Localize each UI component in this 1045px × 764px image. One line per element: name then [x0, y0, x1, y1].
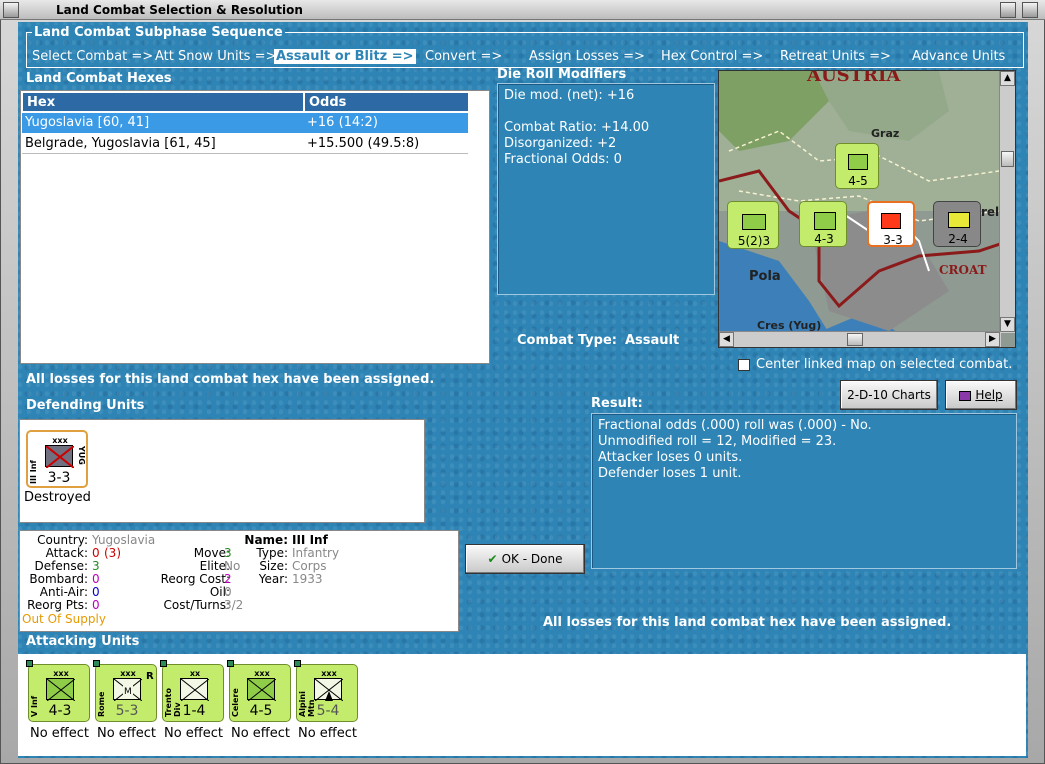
defending-unit-caption: Destroyed — [24, 490, 91, 505]
map-label-austria: AUSTRIA — [806, 71, 901, 86]
attacking-units-box: xxx V Inf 4-3 No effect xxx Rome R M 5-3… — [18, 654, 1026, 756]
map-vertical-scroll-thumb[interactable] — [1001, 151, 1014, 167]
result-panel: Fractional odds (.000) roll was (.000) -… — [591, 413, 1017, 569]
step-retreat-units: Retreat Units => — [780, 49, 891, 64]
defending-unit-symbol — [45, 445, 75, 469]
map-counter-v-inf[interactable]: 4-3 — [799, 201, 847, 247]
check-icon: ✔ — [487, 552, 498, 566]
combat-hexes-list[interactable]: Hex Odds Yugoslavia [60, 41] +16 (14:2) … — [20, 90, 490, 364]
result-title: Result: — [591, 396, 643, 411]
attacking-unit-v-inf[interactable]: xxx V Inf 4-3 — [26, 660, 90, 722]
dialog-client-area: Land Combat Subphase Sequence Select Com… — [18, 22, 1028, 758]
center-linked-label: Center linked map on selected combat. — [756, 357, 1013, 372]
map-counter-armor[interactable]: 5(2)3 — [727, 201, 779, 249]
step-att-snow-units: Att Snow Units => — [155, 49, 277, 64]
combat-type-value: Assault — [625, 333, 680, 348]
scroll-left-icon[interactable]: ◀ — [719, 332, 734, 347]
linked-map[interactable]: AUSTRIA Graz Pola CROAT rel Cres (Yug) 4… — [718, 70, 1016, 348]
attacking-unit-alpini-mtn[interactable]: xxx Alpini Mtn 5-4 — [294, 660, 358, 722]
hex-row-belgrade[interactable]: Belgrade, Yugoslavia [61, 45] +15.500 (4… — [22, 134, 468, 154]
infantry-symbol-icon — [46, 678, 76, 702]
cavalry-symbol-icon — [247, 678, 277, 702]
defending-units-box: xxx III Inf YUG 3-3 Destroyed — [19, 419, 425, 523]
motorized-symbol-icon: M — [113, 678, 143, 702]
attacking-unit-trento-div[interactable]: xx Trento Div 1-4 — [160, 660, 224, 722]
scroll-right-icon[interactable]: ▶ — [985, 332, 1000, 347]
charts-button[interactable]: 2-D-10 Charts — [840, 380, 938, 410]
column-header-hex[interactable]: Hex — [22, 92, 304, 112]
modifiers-title: Die Roll Modifiers — [497, 67, 627, 82]
losses-assigned-status-right: All losses for this land combat hex have… — [543, 615, 952, 630]
help-button[interactable]: Help — [945, 380, 1017, 410]
title-bar[interactable]: Land Combat Selection & Resolution — [0, 0, 1045, 20]
attacking-units-title: Attacking Units — [26, 634, 140, 649]
subphase-title: Land Combat Subphase Sequence — [32, 25, 285, 40]
step-assault-or-blitz: Assault or Blitz => — [274, 49, 416, 64]
losses-assigned-status-left: All losses for this land combat hex have… — [26, 372, 435, 387]
alpine-symbol-icon — [314, 678, 344, 702]
defending-unit-counter[interactable]: xxx III Inf YUG 3-3 — [26, 430, 88, 488]
map-label-zagreb: rel — [981, 205, 999, 219]
die-roll-modifiers-panel: Die mod. (net): +16 Combat Ratio: +14.00… — [497, 83, 715, 295]
mountain-symbol-icon — [180, 678, 210, 702]
ok-done-button[interactable]: ✔ OK - Done — [465, 544, 585, 574]
map-horizontal-scrollbar[interactable]: ◀ ▶ — [719, 331, 1001, 347]
scroll-down-icon[interactable]: ▼ — [1000, 317, 1015, 332]
supply-status: Out Of Supply — [22, 612, 106, 626]
map-counter-german[interactable]: 2-4 — [933, 201, 981, 247]
map-counter-celere[interactable]: 4-5 — [835, 143, 879, 189]
map-label-pola: Pola — [749, 269, 781, 284]
hexes-title: Land Combat Hexes — [26, 71, 172, 86]
column-header-odds[interactable]: Odds — [304, 92, 469, 112]
map-label-croatia: CROAT — [939, 263, 987, 277]
step-convert: Convert => — [425, 49, 503, 64]
hex-row-yugoslavia[interactable]: Yugoslavia [60, 41] +16 (14:2) — [22, 113, 468, 133]
combat-type-label: Combat Type: — [517, 333, 617, 348]
center-linked-checkbox[interactable] — [738, 359, 750, 371]
step-assign-losses: Assign Losses => — [529, 49, 645, 64]
defending-units-title: Defending Units — [26, 398, 145, 413]
svg-text:M: M — [124, 687, 132, 697]
window-title: Land Combat Selection & Resolution — [56, 3, 303, 17]
step-hex-control: Hex Control => — [661, 49, 764, 64]
unit-info-panel: Country: Yugoslavia Attack: 0 (3) Defens… — [19, 530, 459, 632]
map-label-graz: Graz — [871, 127, 899, 140]
minimize-button[interactable] — [1000, 2, 1016, 18]
system-menu-button[interactable] — [3, 2, 19, 18]
step-advance-units: Advance Units — [912, 49, 1006, 64]
map-counter-yug-target[interactable]: 3-3 — [867, 201, 915, 247]
attacking-unit-rome[interactable]: xxx Rome R M 5-3 — [93, 660, 157, 722]
attacking-unit-celere[interactable]: xxx Celere 4-5 — [227, 660, 291, 722]
scroll-up-icon[interactable]: ▲ — [1000, 71, 1015, 86]
map-horizontal-scroll-thumb[interactable] — [847, 333, 863, 346]
help-book-icon — [959, 390, 972, 401]
map-vertical-scrollbar[interactable]: ▲ ▼ — [999, 71, 1015, 333]
step-select-combat: Select Combat => — [32, 49, 154, 64]
close-button[interactable] — [1022, 2, 1038, 18]
